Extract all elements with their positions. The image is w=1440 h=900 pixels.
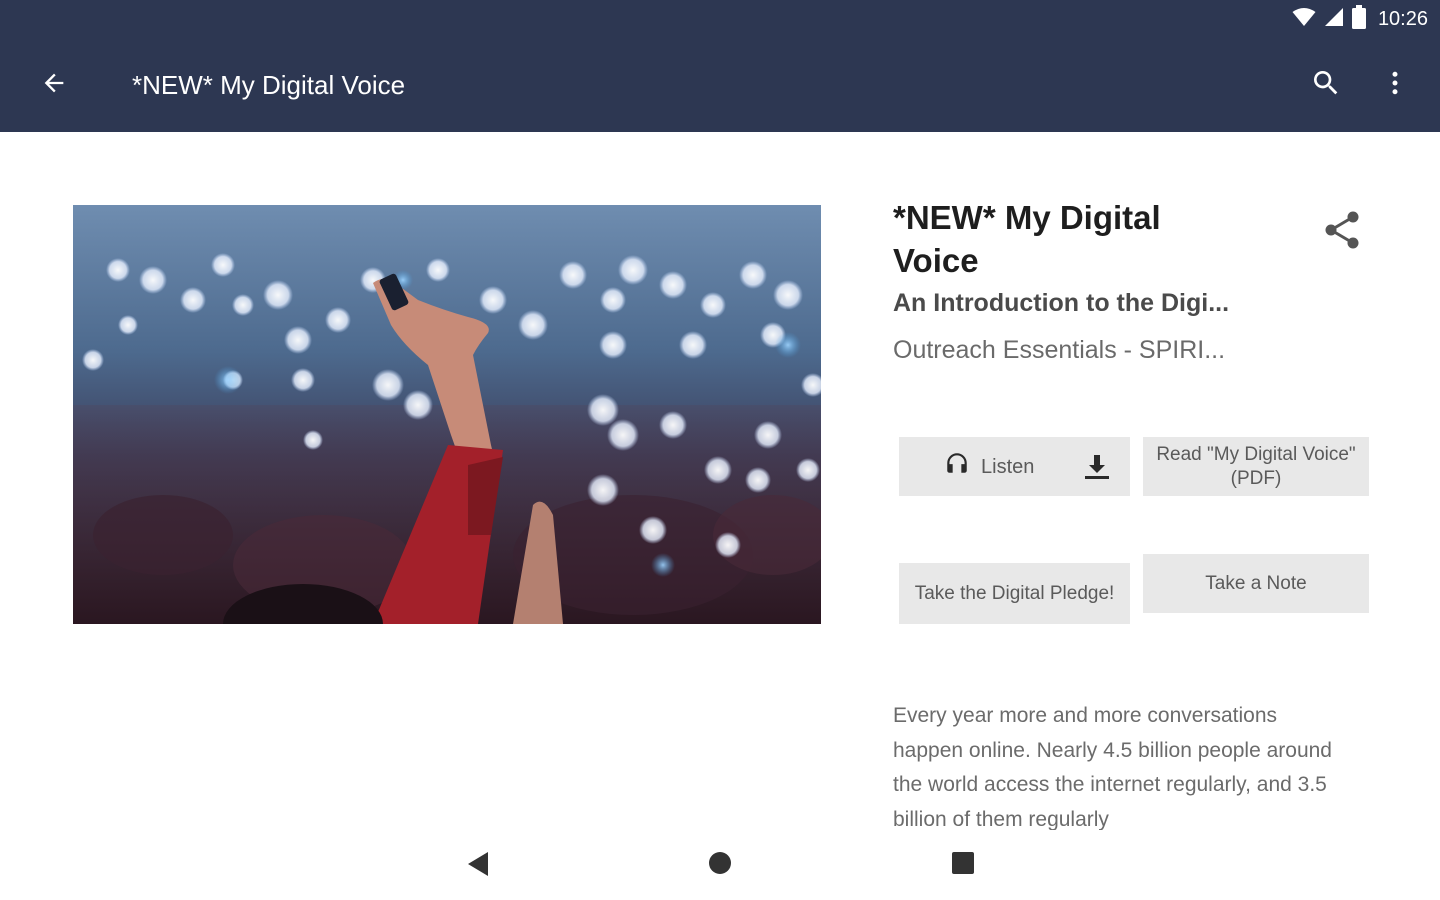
battery-icon — [1351, 4, 1366, 34]
content-subtitle: An Introduction to the Digi... — [893, 289, 1230, 317]
status-time: 10:26 — [1377, 7, 1428, 30]
download-icon[interactable] — [1082, 453, 1112, 488]
digital-pledge-button[interactable]: Take the Digital Pledge! — [899, 563, 1130, 624]
back-button[interactable] — [30, 63, 78, 107]
share-icon — [1323, 210, 1361, 255]
nav-recents-button[interactable] — [942, 845, 984, 885]
content-series: Outreach Essentials - SPIRI... — [893, 336, 1226, 364]
listen-button[interactable]: Listen — [899, 437, 1130, 496]
content-description: Every year more and more conversations h… — [893, 704, 1332, 830]
wifi-icon — [1292, 7, 1316, 32]
take-note-button[interactable]: Take a Note — [1143, 554, 1369, 613]
concert-crowd-phone-lights-image — [73, 205, 821, 624]
search-button[interactable] — [1302, 62, 1350, 108]
system-nav-bar — [0, 830, 1440, 900]
nav-recents-icon — [951, 851, 975, 880]
status-bar: 10:26 — [0, 0, 1440, 38]
app-bar: *NEW* My Digital Voice — [0, 38, 1440, 132]
search-icon — [1310, 67, 1342, 104]
read-pdf-button[interactable]: Read "My Digital Voice" (PDF) — [1143, 437, 1369, 496]
nav-home-icon — [708, 851, 732, 880]
listen-label: Listen — [981, 455, 1035, 478]
nav-home-button[interactable] — [699, 845, 741, 885]
overflow-menu-button[interactable] — [1372, 62, 1418, 108]
status-icons: 10:26 — [1292, 4, 1428, 34]
nav-back-button[interactable] — [456, 846, 500, 886]
hero-image[interactable] — [73, 205, 821, 624]
content-title: *NEW* My Digital Voice — [893, 199, 1161, 279]
app-bar-title: *NEW* My Digital Voice — [132, 70, 406, 100]
nav-back-icon — [466, 851, 490, 882]
share-button[interactable] — [1316, 206, 1368, 258]
arrow-back-icon — [40, 69, 68, 102]
more-vert-icon — [1380, 68, 1410, 103]
headphones-icon — [943, 450, 971, 483]
cell-signal-icon — [1324, 7, 1344, 32]
